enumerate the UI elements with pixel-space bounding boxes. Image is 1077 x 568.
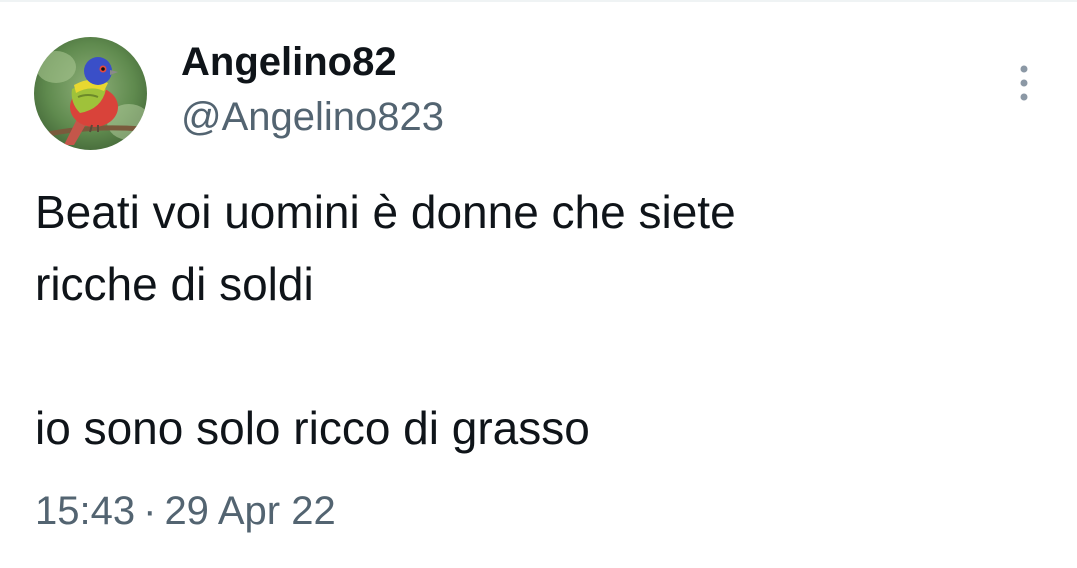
timestamp-row: 15:43 · 29 Apr 22 <box>35 485 336 537</box>
avatar[interactable] <box>34 37 147 150</box>
tweet-text-blank-line <box>35 320 1035 392</box>
username-handle[interactable]: @Angelino823 <box>181 93 444 141</box>
tweet-text-line: ricche di soldi <box>35 258 314 310</box>
more-options-button[interactable] <box>1004 58 1044 104</box>
tweet-time[interactable]: 15:43 <box>35 485 135 537</box>
tweet-text-line: Beati voi uomini è donne che siete <box>35 186 736 238</box>
tweet-text: Beati voi uomini è donne che siete ricch… <box>35 176 1035 464</box>
more-vertical-icon <box>1020 65 1028 101</box>
display-name[interactable]: Angelino82 <box>181 38 397 86</box>
bird-avatar-icon <box>34 37 147 150</box>
separator-dot: · <box>143 489 157 533</box>
tweet-text-line: io sono solo ricco di grasso <box>35 402 590 454</box>
tweet-date[interactable]: 29 Apr 22 <box>164 485 335 537</box>
top-divider <box>0 0 1077 2</box>
